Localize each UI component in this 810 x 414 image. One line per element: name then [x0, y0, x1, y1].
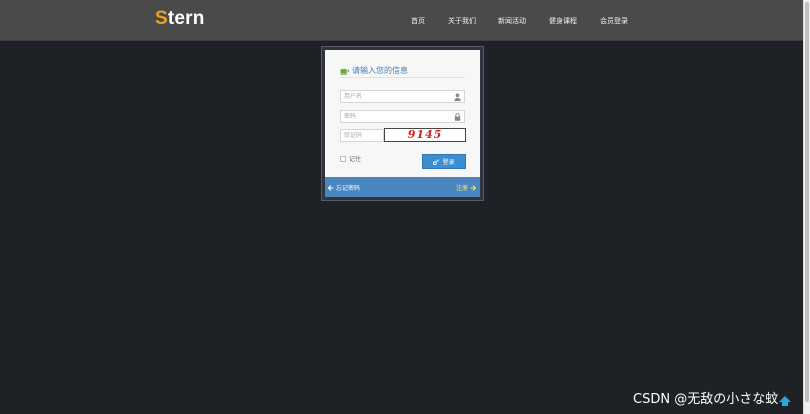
password-placeholder: 密码 [344, 113, 357, 120]
remember-label: 记住 [349, 156, 362, 163]
arrow-left-icon [328, 184, 334, 191]
nav-item-home[interactable]: 首页 [411, 16, 425, 26]
back-to-top-icon[interactable] [778, 395, 792, 407]
scrollbar-thumb[interactable] [805, 2, 809, 402]
login-button-label: 登录 [442, 159, 455, 166]
login-title: 请输入您的信息 [340, 65, 408, 76]
nav-item-about[interactable]: 关于我们 [448, 16, 476, 26]
top-navbar: Stern 首页 关于我们 新闻活动 健身课程 会员登录 [0, 0, 810, 41]
arrow-right-icon [470, 184, 476, 191]
username-input[interactable]: 用户名 [340, 90, 465, 103]
nav-item-courses[interactable]: 健身课程 [549, 16, 577, 26]
nav-item-news[interactable]: 新闻活动 [498, 16, 526, 26]
lock-icon [454, 113, 461, 121]
forgot-password-label: 忘记密码 [336, 185, 361, 192]
brand-rest: tern [167, 8, 205, 29]
captcha-input[interactable]: 验证码 [340, 129, 384, 142]
brand-first-letter: S [155, 8, 168, 29]
remember-me[interactable]: 记住 [340, 154, 361, 163]
brand-logo[interactable]: Stern [155, 8, 205, 30]
register-label: 注册 [455, 185, 468, 192]
nav-item-member-login[interactable]: 会员登录 [600, 16, 628, 26]
register-link[interactable]: 注册 [456, 183, 476, 192]
remember-checkbox[interactable] [340, 155, 346, 162]
watermark: CSDN @无敌の小さな蚊 [633, 392, 779, 407]
username-placeholder: 用户名 [344, 93, 363, 100]
captcha-image[interactable]: 9145 [384, 128, 466, 142]
title-divider [340, 77, 465, 78]
login-panel: 请输入您的信息 用户名 密码 验证码 9145 记住 登录 忘记密码 注册 [321, 46, 484, 201]
captcha-placeholder: 验证码 [344, 132, 363, 139]
coffee-icon [340, 68, 349, 75]
vertical-scrollbar[interactable] [803, 0, 810, 414]
user-icon [454, 93, 461, 101]
login-footer: 忘记密码 注册 [325, 177, 480, 197]
login-button[interactable]: 登录 [422, 154, 466, 169]
login-title-text: 请输入您的信息 [352, 66, 408, 75]
key-icon [433, 158, 440, 165]
login-form: 请输入您的信息 用户名 密码 验证码 9145 记住 登录 [325, 50, 480, 177]
password-input[interactable]: 密码 [340, 110, 465, 123]
captcha-text: 9145 [407, 128, 443, 141]
forgot-password-link[interactable]: 忘记密码 [328, 183, 360, 192]
